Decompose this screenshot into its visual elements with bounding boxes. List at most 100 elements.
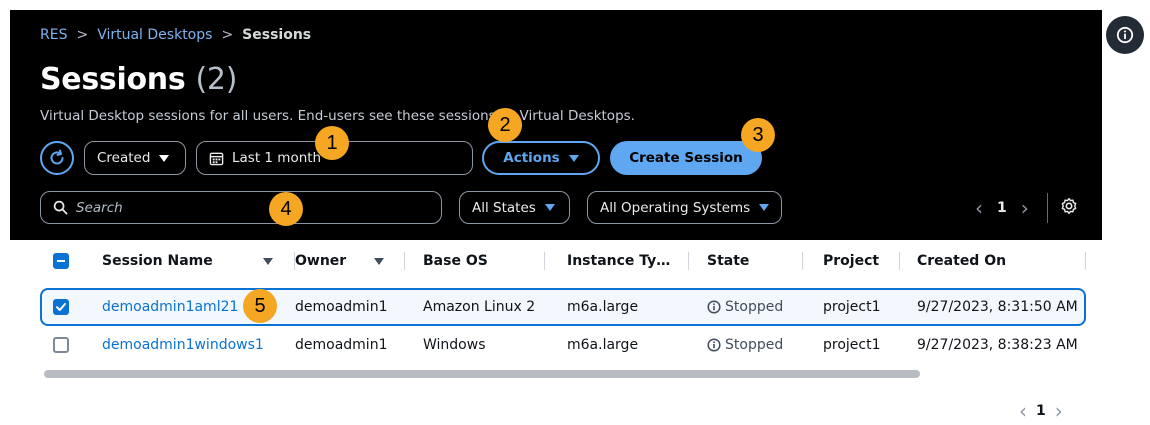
search-field[interactable] — [40, 191, 442, 224]
breadcrumb-res[interactable]: RES — [40, 27, 67, 43]
table-row[interactable]: demoadmin1aml21 demoadmin1 Amazon Linux … — [40, 288, 1086, 326]
base-os-cell: Amazon Linux 2 — [423, 299, 536, 315]
column-label: Session Name — [102, 253, 213, 269]
status-info-icon — [707, 300, 721, 314]
os-filter-label: All Operating Systems — [600, 199, 751, 216]
owner-cell: demoadmin1 — [295, 337, 388, 353]
instance-type-cell: m6a.large — [567, 299, 639, 315]
column-base-os[interactable]: Base OS — [423, 240, 545, 282]
select-all-cell — [53, 240, 69, 282]
column-divider — [404, 252, 405, 270]
annotation-badge: 4 — [269, 192, 303, 226]
row-select-cell — [53, 290, 69, 324]
previous-page-icon[interactable]: ‹ — [1010, 399, 1036, 423]
search-input[interactable] — [76, 199, 416, 216]
previous-page-icon[interactable]: ‹ — [965, 196, 993, 220]
column-session-name[interactable]: Session Name — [102, 240, 295, 282]
instance-type-cell: m6a.large — [567, 337, 639, 353]
refresh-button[interactable] — [40, 141, 74, 175]
os-filter[interactable]: All Operating Systems — [587, 191, 782, 224]
current-page[interactable]: 1 — [1036, 403, 1046, 419]
column-divider — [899, 252, 900, 270]
column-instance-type[interactable]: Instance Ty… — [567, 240, 689, 282]
caret-down-icon — [544, 204, 555, 211]
current-page[interactable]: 1 — [993, 200, 1011, 216]
refresh-icon — [50, 149, 64, 165]
column-label: Base OS — [423, 253, 488, 269]
actions-label: Actions — [503, 150, 560, 166]
date-range-value: Last 1 month — [232, 150, 322, 166]
column-divider — [1085, 252, 1086, 270]
row-checkbox[interactable] — [53, 337, 69, 353]
column-owner[interactable]: Owner — [295, 240, 405, 282]
annotation-badge: 3 — [741, 118, 775, 152]
select-all-checkbox[interactable] — [53, 253, 69, 269]
annotation-badge: 2 — [488, 108, 522, 142]
info-icon — [1116, 26, 1134, 44]
session-name-link[interactable]: demoadmin1windows1 — [102, 326, 264, 364]
breadcrumb-virtual-desktops[interactable]: Virtual Desktops — [97, 27, 212, 43]
next-page-icon[interactable]: › — [1046, 399, 1072, 423]
column-divider — [544, 252, 545, 270]
column-divider — [688, 252, 689, 270]
project-cell: project1 — [823, 299, 881, 315]
gear-icon — [1061, 197, 1077, 215]
page-description: Virtual Desktop sessions for all users. … — [40, 108, 635, 124]
created-dropdown-label: Created — [97, 150, 151, 166]
base-os-cell: Windows — [423, 337, 486, 353]
column-label: Owner — [295, 253, 347, 269]
pagination-bottom: ‹ 1 › — [1010, 399, 1072, 423]
owner-cell: demoadmin1 — [295, 299, 388, 315]
caret-down-icon — [159, 154, 170, 162]
pagination-top: ‹ 1 › — [965, 193, 1078, 223]
column-label: Created On — [917, 253, 1007, 269]
column-divider — [802, 252, 803, 270]
caret-down-icon — [759, 204, 770, 211]
session-name-link[interactable]: demoadmin1aml21 — [102, 290, 238, 324]
state-cell: Stopped — [707, 326, 783, 364]
page-title: Sessions (2) — [40, 62, 237, 97]
horizontal-scrollbar-thumb[interactable] — [44, 370, 920, 378]
created-on-cell: 9/27/2023, 8:31:50 AM — [917, 299, 1078, 315]
info-button[interactable] — [1106, 16, 1144, 54]
pagination-divider — [1046, 193, 1048, 223]
column-label: Instance Ty… — [567, 253, 671, 269]
sort-icon — [374, 257, 385, 265]
breadcrumb-sessions: Sessions — [242, 27, 312, 43]
column-state[interactable]: State — [707, 240, 803, 282]
column-created-on[interactable]: Created On — [917, 240, 1086, 282]
row-select-cell — [53, 326, 69, 364]
table-header: Session Name Owner Base OS Instance Ty… … — [40, 240, 1086, 282]
breadcrumb-separator-icon: > — [76, 27, 89, 43]
actions-button[interactable]: Actions — [482, 141, 600, 175]
check-icon — [56, 303, 66, 311]
project-cell: project1 — [823, 337, 881, 353]
state-label: Stopped — [725, 337, 784, 353]
column-label: State — [707, 253, 750, 269]
preferences-button[interactable] — [1060, 197, 1078, 219]
header-area: RES > Virtual Desktops > Sessions Sessio… — [0, 0, 1150, 240]
states-filter-label: All States — [472, 199, 536, 216]
breadcrumb: RES > Virtual Desktops > Sessions — [40, 27, 311, 43]
breadcrumb-separator-icon: > — [221, 27, 234, 43]
created-dropdown[interactable]: Created — [84, 141, 186, 175]
calendar-icon — [209, 152, 224, 165]
page-title-text: Sessions — [40, 62, 186, 97]
annotation-badge: 1 — [315, 126, 349, 160]
next-page-icon[interactable]: › — [1011, 196, 1039, 220]
table-row[interactable]: demoadmin1windows1 demoadmin1 Windows m6… — [40, 326, 1086, 364]
states-filter[interactable]: All States — [459, 191, 570, 224]
state-label: Stopped — [725, 299, 784, 315]
created-on-cell: 9/27/2023, 8:38:23 AM — [917, 337, 1078, 353]
column-label: Project — [823, 253, 880, 269]
caret-down-icon — [568, 154, 579, 162]
session-count: (2) — [195, 62, 238, 97]
create-session-button[interactable]: Create Session — [610, 141, 762, 175]
status-info-icon — [707, 338, 721, 352]
search-icon — [53, 200, 68, 215]
column-project[interactable]: Project — [823, 240, 900, 282]
annotation-badge: 5 — [243, 289, 277, 323]
row-checkbox[interactable] — [53, 299, 69, 315]
state-cell: Stopped — [707, 290, 783, 324]
sort-icon — [262, 257, 273, 265]
